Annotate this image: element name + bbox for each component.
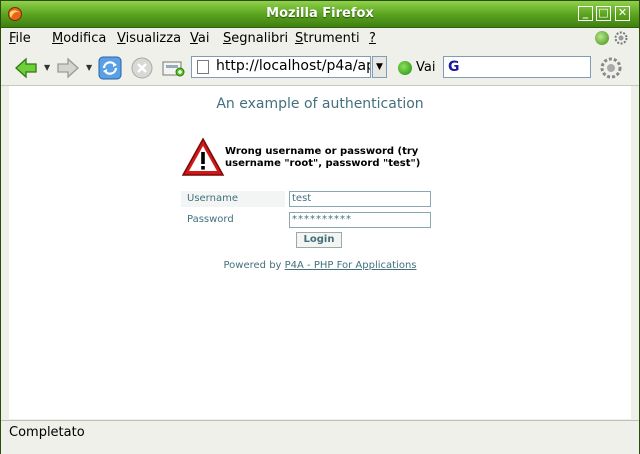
url-field[interactable]: http://localhost/p4a/app — [191, 56, 371, 78]
menu-go[interactable]: Vai — [190, 31, 209, 46]
menu-edit[interactable]: Modifica — [52, 31, 106, 46]
menu-bookmarks[interactable]: Segnalibri — [223, 31, 288, 46]
username-input[interactable]: test — [289, 191, 431, 207]
status-text: Completato — [9, 425, 85, 440]
menu-tools[interactable]: Strumenti — [295, 31, 360, 46]
stop-icon[interactable] — [129, 55, 155, 81]
login-button[interactable]: Login — [296, 232, 342, 248]
page-title: An example of authentication — [216, 96, 424, 112]
url-history-dropdown-icon[interactable]: ▼ — [372, 56, 387, 78]
menu-file[interactable]: File — [9, 31, 31, 46]
url-text: http://localhost/p4a/app — [216, 58, 370, 74]
menu-view[interactable]: Visualizza — [117, 31, 181, 46]
password-label: Password — [187, 214, 234, 225]
warning-icon — [181, 137, 225, 176]
window-title: Mozilla Firefox — [266, 6, 374, 21]
back-arrow-icon[interactable] — [13, 55, 39, 81]
close-button[interactable]: ✕ — [615, 6, 630, 21]
navigation-toolbar: ▼ ▼ http://localhost/p4a/app ▼ Vai G — [1, 51, 639, 86]
title-bar[interactable]: Mozilla Firefox _ □ ✕ — [1, 1, 639, 28]
search-input[interactable]: G — [443, 56, 591, 78]
menu-bar: File Modifica Visualizza Vai Segnalibri … — [1, 28, 639, 50]
page-content: An example of authentication Wrong usern… — [9, 86, 631, 419]
browser-window: Mozilla Firefox _ □ ✕ File Modifica Visu… — [0, 0, 640, 454]
activity-throbber-icon — [600, 57, 622, 79]
username-label: Username — [181, 191, 285, 207]
go-button[interactable]: Vai — [416, 60, 435, 75]
gear-icon[interactable] — [614, 31, 628, 45]
error-message: Wrong username or password (try username… — [225, 146, 421, 169]
back-history-dropdown-icon[interactable]: ▼ — [44, 63, 50, 72]
home-icon[interactable] — [160, 55, 186, 81]
password-input[interactable]: ********** — [289, 212, 431, 228]
forward-arrow-icon[interactable] — [55, 55, 81, 81]
forward-history-dropdown-icon[interactable]: ▼ — [86, 63, 92, 72]
reload-icon[interactable] — [97, 55, 123, 81]
search-engine-icon[interactable]: G — [448, 59, 460, 75]
p4a-link[interactable]: P4A - PHP For Applications — [285, 260, 417, 271]
page-icon — [197, 60, 209, 74]
maximize-button[interactable]: □ — [596, 6, 611, 21]
minimize-button[interactable]: _ — [578, 6, 593, 21]
powered-by-text: Powered by — [223, 260, 285, 271]
update-indicator-icon[interactable] — [595, 31, 609, 45]
go-arrow-icon[interactable] — [398, 61, 412, 75]
status-bar: Completato — [1, 420, 639, 454]
powered-by-footer: Powered by P4A - PHP For Applications — [9, 260, 631, 271]
menu-help[interactable]: ? — [369, 31, 376, 46]
